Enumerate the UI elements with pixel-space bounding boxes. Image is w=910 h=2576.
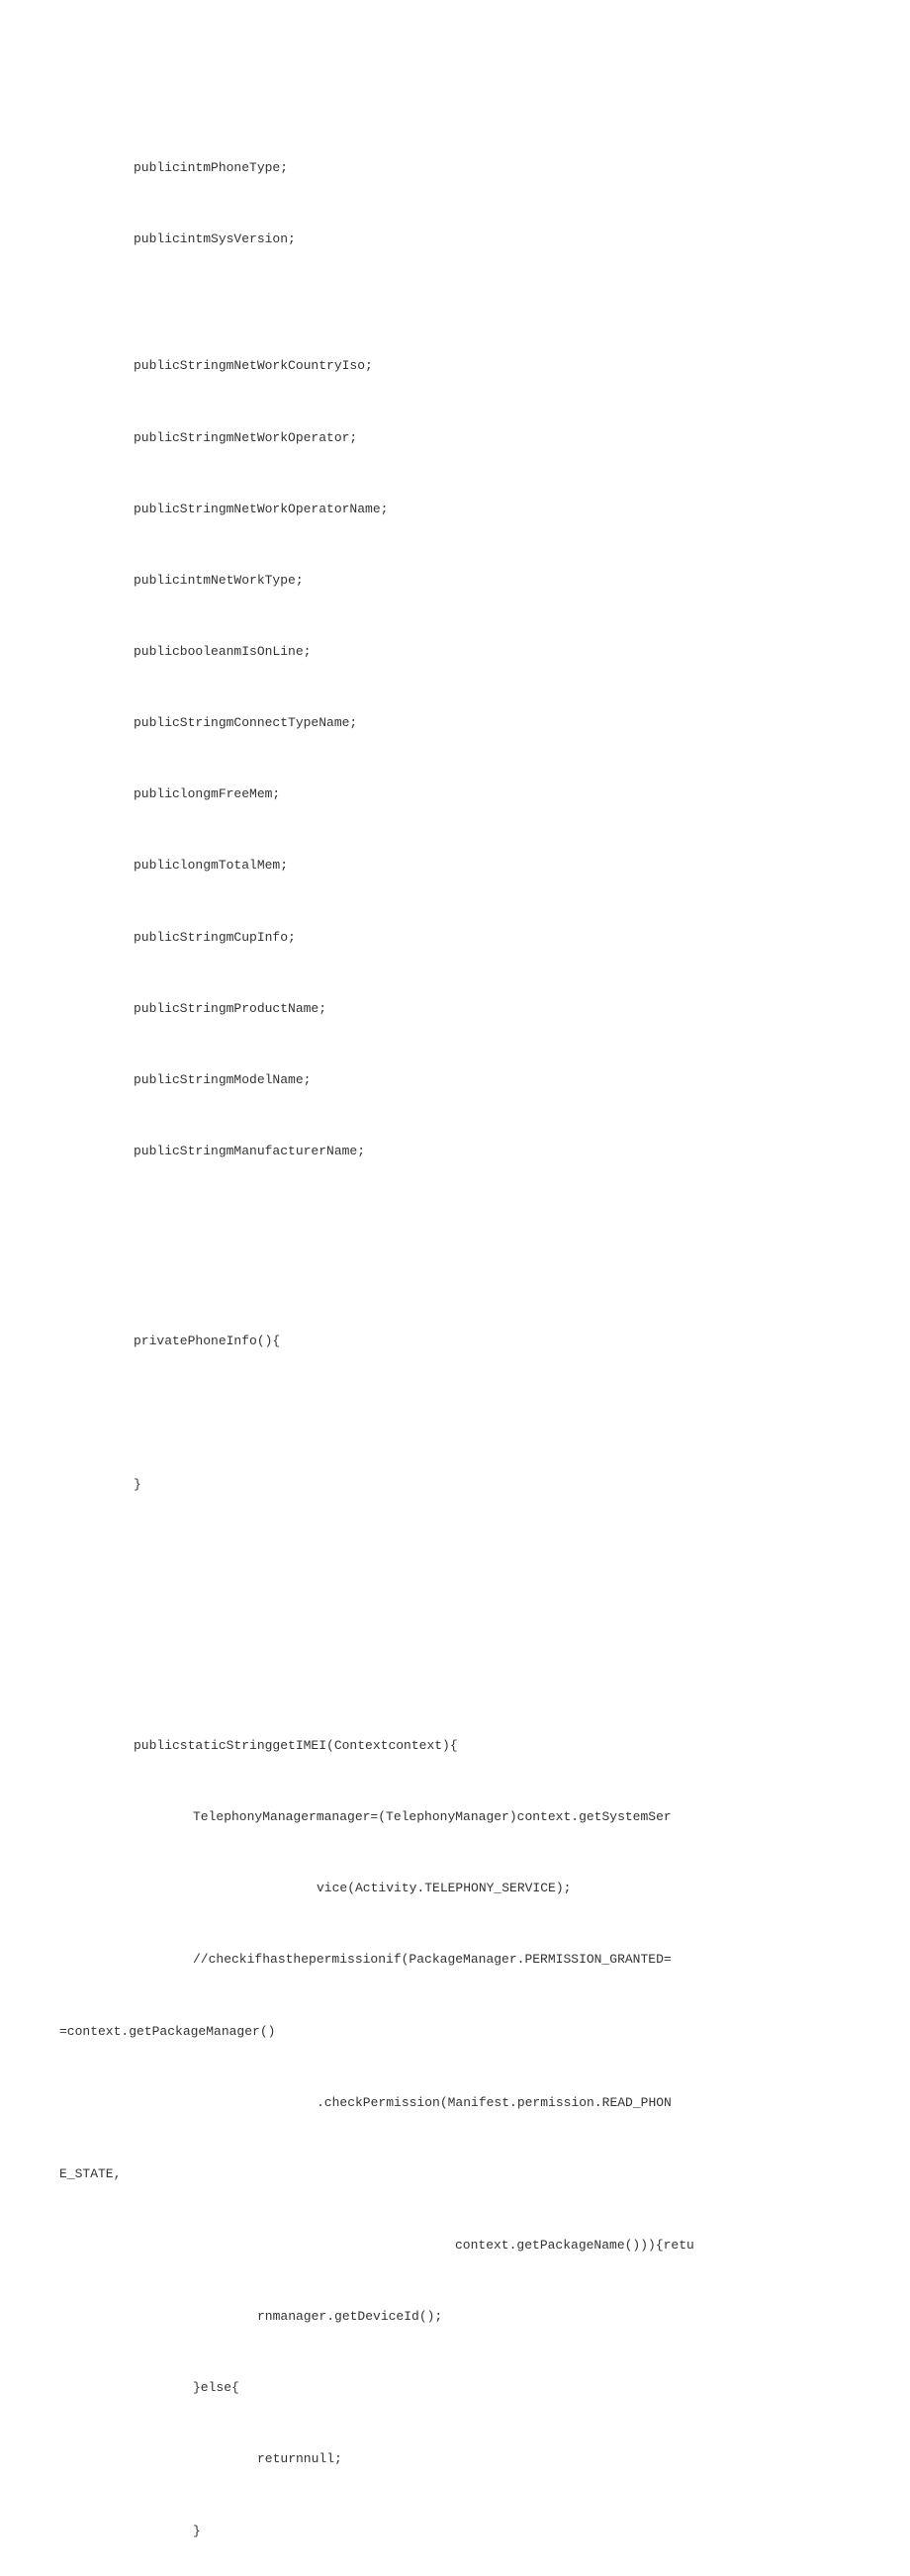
code-line: =context.getPackageManager(): [59, 2020, 851, 2044]
code-line: publicStringmConnectTypeName;: [59, 711, 851, 735]
code-line: publicStringmManufacturerName;: [59, 1140, 851, 1163]
code-line: returnnull;: [59, 2447, 851, 2471]
code-line: }else{: [59, 2376, 851, 2400]
code-line: publicStringmNetWorkOperator;: [59, 426, 851, 450]
code-line: publiclongmFreeMem;: [59, 782, 851, 806]
code-line: TelephonyManagermanager=(TelephonyManage…: [59, 1805, 851, 1829]
code-line: context.getPackageName())){retu: [59, 2234, 851, 2257]
code-line: publicStringmProductName;: [59, 997, 851, 1021]
code-line: publicStringmNetWorkOperatorName;: [59, 498, 851, 521]
code-line: E_STATE,: [59, 2162, 851, 2186]
code-line: }: [59, 2520, 851, 2543]
code-line: //checkifhasthepermissionif(PackageManag…: [59, 1948, 851, 1972]
code-line: publicbooleanmIsOnLine;: [59, 640, 851, 664]
code-line: rnmanager.getDeviceId();: [59, 2305, 851, 2329]
code-line: vice(Activity.TELEPHONY_SERVICE);: [59, 1877, 851, 1900]
code-line: publicStringmNetWorkCountryIso;: [59, 354, 851, 378]
code-line: publicintmNetWorkType;: [59, 569, 851, 593]
code-document: publicintmPhoneType; publicintmSysVersio…: [59, 109, 851, 2576]
code-line: }: [59, 1473, 851, 1497]
code-line: publicintmSysVersion;: [59, 228, 851, 251]
code-line: publiclongmTotalMem;: [59, 854, 851, 877]
code-line: publicStringmModelName;: [59, 1068, 851, 1092]
code-line: privatePhoneInfo(){: [59, 1330, 851, 1353]
code-line: publicintmPhoneType;: [59, 156, 851, 180]
code-line: .checkPermission(Manifest.permission.REA…: [59, 2091, 851, 2115]
code-line: publicstaticStringgetIMEI(Contextcontext…: [59, 1734, 851, 1758]
code-line: publicStringmCupInfo;: [59, 926, 851, 950]
